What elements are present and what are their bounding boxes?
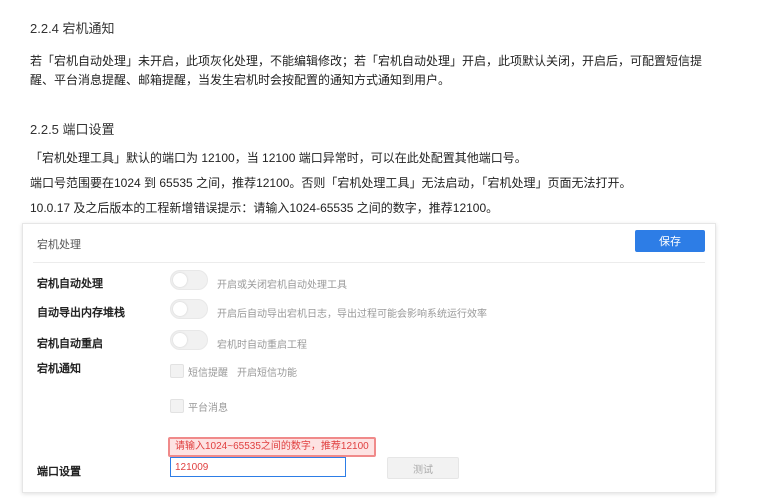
auto-restart-toggle[interactable] bbox=[170, 330, 208, 350]
section-heading-port-settings: 2.2.5 端口设置 bbox=[30, 122, 115, 137]
auto-handle-desc: 开启或关闭宕机自动处理工具 bbox=[217, 280, 347, 291]
auto-restart-desc: 宕机时自动重启工程 bbox=[217, 340, 307, 351]
test-button[interactable]: 测试 bbox=[387, 457, 459, 479]
panel-title: 宕机处理 bbox=[37, 239, 81, 251]
divider bbox=[33, 262, 705, 263]
auto-handle-toggle[interactable] bbox=[170, 270, 208, 290]
sms-enable-link: 开启短信功能 bbox=[237, 368, 297, 379]
paragraph-line: 醒、平台消息提醒、邮箱提醒，当发生宕机时会按配置的通知方式通知到用户。 bbox=[30, 73, 451, 87]
auto-dump-desc: 开启后自动导出宕机日志，导出过程可能会影响系统运行效率 bbox=[217, 309, 487, 320]
downtime-settings-panel: 宕机处理 保存 宕机自动处理 开启或关闭宕机自动处理工具 自动导出内存堆栈 开启… bbox=[22, 223, 716, 493]
auto-dump-label: 自动导出内存堆栈 bbox=[37, 307, 125, 319]
platform-message-label: 平台消息 bbox=[188, 403, 228, 414]
port-label: 端口设置 bbox=[37, 466, 81, 478]
port-input[interactable] bbox=[170, 457, 346, 477]
paragraph-line: 10.0.17 及之后版本的工程新增错误提示：请输入1024-65535 之间的… bbox=[30, 201, 499, 215]
platform-message-checkbox[interactable] bbox=[170, 399, 184, 413]
paragraph-line: 「宕机处理工具」默认的端口为 12100，当 12100 端口异常时，可以在此处… bbox=[30, 151, 527, 165]
auto-handle-label: 宕机自动处理 bbox=[37, 278, 103, 290]
section-heading-downtime-notice: 2.2.4 宕机通知 bbox=[30, 21, 115, 36]
paragraph-line: 端口号范围要在1024 到 65535 之间，推荐12100。否则「宕机处理工具… bbox=[30, 176, 632, 190]
notify-label: 宕机通知 bbox=[37, 363, 81, 375]
save-button[interactable]: 保存 bbox=[635, 230, 705, 252]
auto-restart-label: 宕机自动重启 bbox=[37, 338, 103, 350]
paragraph-line: 若「宕机自动处理」未开启，此项灰化处理，不能编辑修改；若「宕机自动处理」开启，此… bbox=[30, 54, 703, 68]
sms-checkbox[interactable] bbox=[170, 364, 184, 378]
sms-label: 短信提醒 bbox=[188, 368, 228, 379]
auto-dump-toggle[interactable] bbox=[170, 299, 208, 319]
port-error-tooltip: 请输入1024~65535之间的数字，推荐12100 bbox=[168, 437, 376, 457]
